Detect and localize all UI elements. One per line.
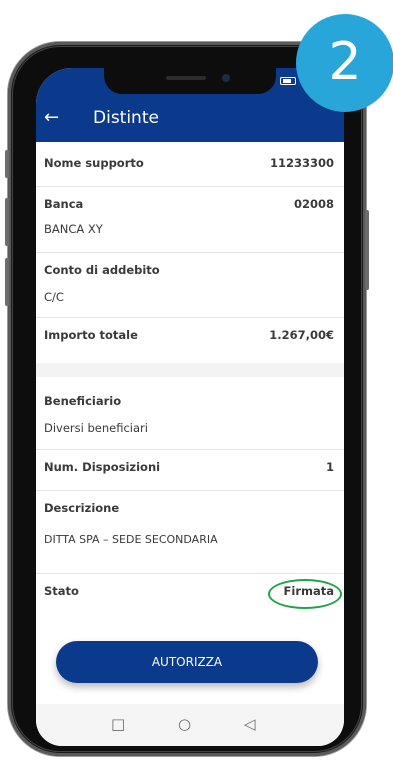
stato-label: Stato [44,584,79,598]
importo-label: Importo totale [44,328,138,342]
step-badge: 2 [296,14,393,112]
status-highlight-circle [268,579,342,609]
nome-supporto-value: 11233300 [269,156,334,170]
page-title: Distinte [93,108,159,128]
back-icon[interactable]: ◁ [244,714,256,734]
front-camera [222,74,230,82]
speaker-grille [166,76,206,80]
descrizione-value: DITTA SPA – SEDE SECONDARIA [44,533,218,546]
beneficiario-value: Diversi beneficiari [44,421,148,435]
android-nav-bar: □ ○ ◁ [36,704,344,746]
recent-apps-icon[interactable]: □ [111,714,125,734]
conto-label: Conto di addebito [44,263,160,277]
row-descrizione: Descrizione DITTA SPA – SEDE SECONDARIA [36,491,344,574]
home-icon[interactable]: ○ [178,714,191,734]
nome-supporto-label: Nome supporto [44,156,144,170]
row-importo-totale: Importo totale 1.267,00€ [36,318,344,363]
row-beneficiario: Beneficiario Diversi beneficiari [36,377,344,450]
phone-screen: ← Distinte Nome supporto 11233300 Banca … [36,68,344,746]
back-arrow-icon[interactable]: ← [44,106,59,130]
step-number: 2 [328,32,362,92]
phone-side-button-left-3 [5,258,9,306]
phone-side-button-right [365,210,369,290]
num-disposizioni-label: Num. Disposizioni [44,460,161,474]
row-num-disposizioni: Num. Disposizioni 1 [36,450,344,491]
row-banca: Banca 02008 BANCA XY [36,187,344,253]
row-stato: Stato Firmata [36,574,344,618]
section-divider [36,363,344,377]
descrizione-label: Descrizione [44,501,120,515]
row-conto-addebito: Conto di addebito C/C [36,253,344,318]
num-disposizioni-value: 1 [325,460,334,474]
conto-value: C/C [44,290,64,304]
banca-code: 02008 [293,197,334,211]
banca-name: BANCA XY [44,222,103,236]
authorize-button[interactable]: AUTORIZZA [56,641,318,683]
notch [104,68,276,94]
phone-side-button-left-2 [5,198,9,246]
row-nome-supporto: Nome supporto 11233300 [36,142,344,187]
phone-side-button-left-1 [5,150,9,178]
banca-label: Banca [44,197,84,211]
importo-value: 1.267,00€ [269,328,334,342]
battery-icon [280,77,296,85]
beneficiario-label: Beneficiario [44,394,122,408]
